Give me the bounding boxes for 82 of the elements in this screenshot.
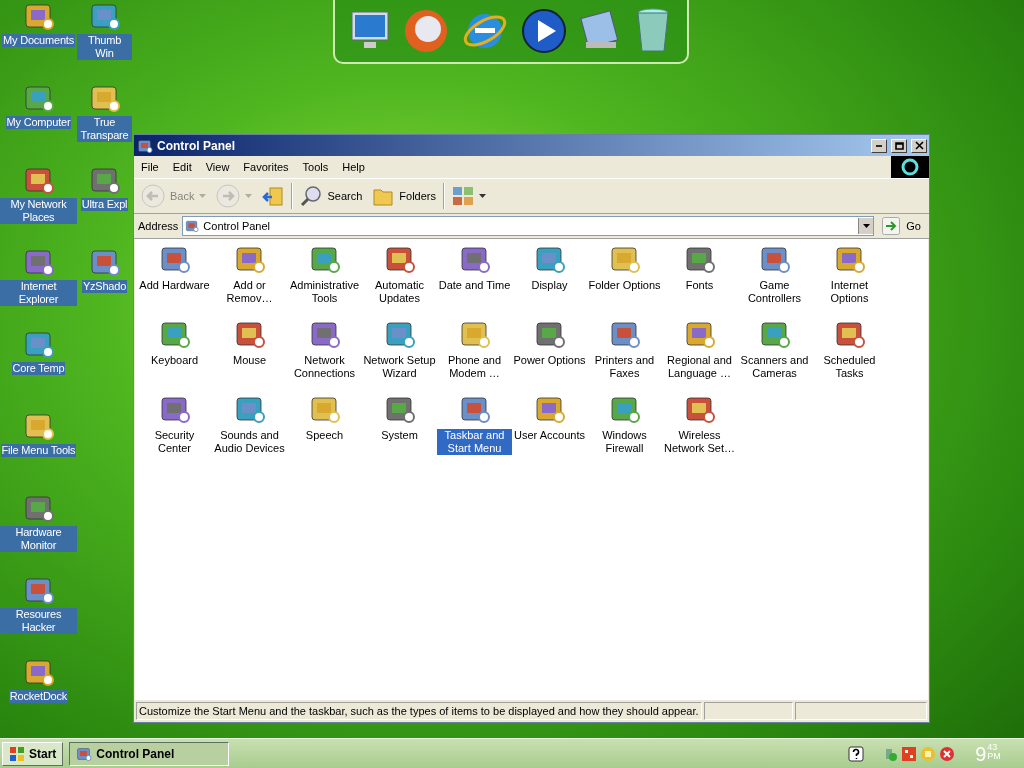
clock-minutes: 43 xyxy=(987,742,999,752)
applet-label[interactable]: Wireless Network Set… xyxy=(662,429,737,455)
window-title: Control Panel xyxy=(157,138,236,153)
applet-label[interactable]: Mouse xyxy=(232,354,267,367)
taskbar-button[interactable]: Control Panel xyxy=(69,741,230,766)
clock-hour: 9 xyxy=(975,742,987,765)
window-icon xyxy=(137,137,153,154)
applet-label[interactable]: Speech xyxy=(304,429,345,442)
applet-label[interactable]: Scheduled Tasks xyxy=(812,354,887,380)
control-panel-icon xyxy=(185,219,200,233)
play-icon[interactable] xyxy=(520,8,567,54)
search-button[interactable]: Search xyxy=(297,183,366,209)
applet-label[interactable]: Game Controllers xyxy=(737,279,812,305)
maximize-icon xyxy=(894,141,904,150)
applet-label[interactable]: Taskbar and Start Menu xyxy=(437,429,512,455)
desktop-icon-label[interactable]: Internet Explorer xyxy=(0,280,77,306)
search-icon xyxy=(300,185,323,207)
menu-item[interactable]: Favorites xyxy=(236,161,296,173)
caret-icon xyxy=(199,194,207,198)
caret-icon xyxy=(479,194,486,198)
ring-icon xyxy=(900,157,920,177)
applet-label[interactable]: System xyxy=(380,429,419,442)
address-label: Address xyxy=(138,220,179,232)
windows-logo-icon xyxy=(9,745,25,762)
desktop-icon-label[interactable]: Thumb Win xyxy=(77,34,132,60)
status-text: Customize the Start Menu and the taskbar, such as the types of items to be displayed and how they should appear. xyxy=(136,702,702,720)
applet-label[interactable]: Administrative Tools xyxy=(287,279,362,305)
caret-icon xyxy=(862,224,870,228)
desktop-icon-label[interactable]: RocketDock xyxy=(8,690,69,703)
applet-label[interactable]: Keyboard xyxy=(149,354,200,367)
applet-label[interactable]: Display xyxy=(530,279,569,292)
desktop-icon-label[interactable]: True Transpare xyxy=(77,116,132,142)
applet-label[interactable]: Folder Options xyxy=(587,279,662,292)
stop-icon[interactable] xyxy=(939,745,955,762)
menu-item[interactable]: File xyxy=(134,161,166,173)
maximize-button[interactable] xyxy=(891,138,907,153)
applet-label[interactable]: Add Hardware xyxy=(138,279,211,292)
desktop-icon-label[interactable]: Resoures Hacker xyxy=(0,608,77,634)
close-button[interactable] xyxy=(911,138,927,153)
applet-label[interactable]: Network Setup Wizard xyxy=(362,354,437,380)
folder-arrow-icon xyxy=(262,185,285,207)
applet-label[interactable]: Scanners and Cameras xyxy=(737,354,812,380)
desktop-icon-label[interactable]: Ultra Expl xyxy=(80,198,129,211)
desktop-icon-label[interactable]: Hardware Monitor xyxy=(0,526,77,552)
address-field[interactable]: Control Panel xyxy=(182,216,875,236)
applet-label[interactable]: Date and Time xyxy=(437,279,512,292)
applet-label[interactable]: Printers and Faxes xyxy=(587,354,662,380)
control-panel-icon xyxy=(76,745,93,762)
menu-item[interactable]: Help xyxy=(335,161,372,173)
menu-item[interactable]: View xyxy=(198,161,237,173)
applet-label[interactable]: Security Center xyxy=(137,429,212,455)
dropdown-button[interactable] xyxy=(858,218,874,234)
menu-item[interactable]: Edit xyxy=(165,161,199,173)
go-button[interactable]: Go xyxy=(878,217,925,235)
applet-label[interactable]: Phone and Modem … xyxy=(437,354,512,380)
desktop-icon-label[interactable]: File Menu Tools xyxy=(0,444,77,457)
folders-button[interactable]: Folders xyxy=(369,183,439,209)
applet-label[interactable]: Add or Remov… xyxy=(212,279,287,305)
applet-label[interactable]: Network Connections xyxy=(287,354,362,380)
grid-icon[interactable] xyxy=(901,745,917,762)
caret-icon xyxy=(245,194,253,198)
desktop-icon-label[interactable]: My Computer xyxy=(5,116,72,129)
thumbnails-icon xyxy=(452,185,474,207)
desktop-icon-label[interactable]: My Network Places xyxy=(0,198,77,224)
close-icon xyxy=(914,141,924,150)
applet-label[interactable]: Internet Options xyxy=(812,279,887,305)
applet-label[interactable]: Power Options xyxy=(512,354,587,367)
start-button[interactable]: Start xyxy=(2,741,64,766)
desktop-icon-label[interactable]: My Documents xyxy=(2,34,75,47)
applet-label[interactable]: Fonts xyxy=(684,279,715,292)
applet-label[interactable]: Automatic Updates xyxy=(362,279,437,305)
menu-item[interactable]: Tools xyxy=(295,161,336,173)
help-icon[interactable] xyxy=(848,745,864,762)
minimize-icon xyxy=(876,144,882,147)
applet-label[interactable]: Windows Firewall xyxy=(587,429,662,455)
minimize-button[interactable] xyxy=(871,138,887,153)
clock-ampm: PM xyxy=(987,751,1001,761)
desktop-icon-label[interactable]: Core Temp xyxy=(11,362,66,375)
applet-label[interactable]: User Accounts xyxy=(513,429,586,442)
applet-label[interactable]: Regional and Language … xyxy=(662,354,737,380)
desktop-icon-label[interactable]: YzShado xyxy=(81,280,128,293)
applet-label[interactable]: Sounds and Audio Devices xyxy=(212,429,287,455)
